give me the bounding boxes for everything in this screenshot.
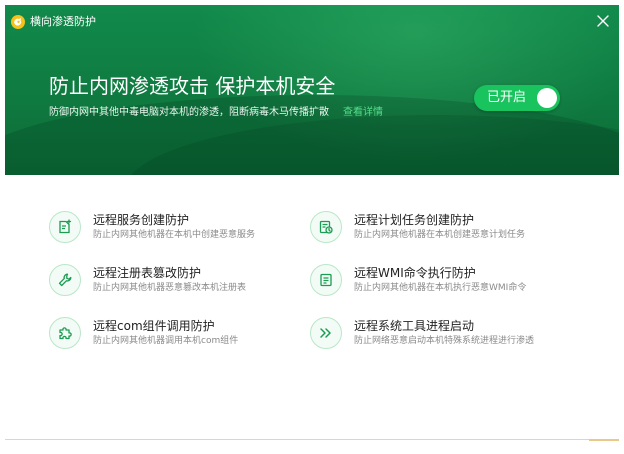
feature-title: 远程com组件调用防护 [93,319,215,333]
close-icon [597,15,609,27]
feature-remote-registry[interactable]: 远程注册表篡改防护 防止内网其他机器恶意篡改本机注册表 [49,264,246,296]
app-logo-icon [11,15,25,29]
feature-list: 远程服务创建防护 防止内网其他机器在本机中创建恶意服务 远程计划任务创建防护 防… [5,175,619,437]
app-title: 横向渗透防护 [30,15,96,28]
puzzle-icon [49,317,81,349]
view-details-link[interactable]: 查看详情 [343,107,383,118]
feature-remote-schedule[interactable]: 远程计划任务创建防护 防止内网其他机器在本机创建恶意计划任务 [310,211,525,243]
service-add-icon [49,211,81,243]
feature-remote-com[interactable]: 远程com组件调用防护 防止内网其他机器调用本机com组件 [49,317,238,349]
app-window: 横向渗透防护 防止内网渗透攻击 保护本机安全 防御内网中其他中毒电脑对本机的渗透… [5,5,619,449]
feature-remote-system-tool[interactable]: 远程系统工具进程启动 防止网络恶意启动本机特殊系统进程进行渗透 [310,317,534,349]
feature-remote-service[interactable]: 远程服务创建防护 防止内网其他机器在本机中创建恶意服务 [49,211,255,243]
title-bar: 横向渗透防护 [11,13,96,31]
feature-title: 远程服务创建防护 [93,213,190,227]
toggle-label: 已开启 [487,90,527,105]
feature-title: 远程计划任务创建防护 [354,213,475,227]
document-list-icon [310,264,342,296]
feature-title: 远程WMI命令执行防护 [354,266,476,280]
schedule-task-icon [310,211,342,243]
feature-title: 远程系统工具进程启动 [354,319,475,333]
feature-title: 远程注册表篡改防护 [93,266,202,280]
bottom-divider [5,439,619,440]
double-chevron-icon [310,317,342,349]
feature-description: 防止内网其他机器调用本机com组件 [93,336,239,346]
toggle-knob [537,88,557,108]
feature-remote-wmi[interactable]: 远程WMI命令执行防护 防止内网其他机器在本机执行恶意WMI命令 [310,264,526,296]
wrench-icon [49,264,81,296]
page-subtitle: 防御内网中其他中毒电脑对本机的渗透，阻断病毒木马传播扩散 查看详情 [49,106,383,120]
page-title: 防止内网渗透攻击 保护本机安全 [49,74,336,98]
feature-description: 防止内网其他机器在本机中创建恶意服务 [93,230,256,240]
feature-description: 防止内网其他机器在本机创建恶意计划任务 [354,230,526,240]
header-banner: 横向渗透防护 防止内网渗透攻击 保护本机安全 防御内网中其他中毒电脑对本机的渗透… [5,5,619,175]
subtitle-text: 防御内网中其他中毒电脑对本机的渗透，阻断病毒木马传播扩散 [49,107,329,118]
feature-description: 防止网络恶意启动本机特殊系统进程进行渗透 [354,336,535,346]
protection-toggle[interactable]: 已开启 [474,85,560,111]
bottom-accent [589,439,619,441]
feature-description: 防止内网其他机器在本机执行恶意WMI命令 [354,283,527,293]
close-button[interactable] [595,13,611,29]
feature-description: 防止内网其他机器恶意篡改本机注册表 [93,283,247,293]
